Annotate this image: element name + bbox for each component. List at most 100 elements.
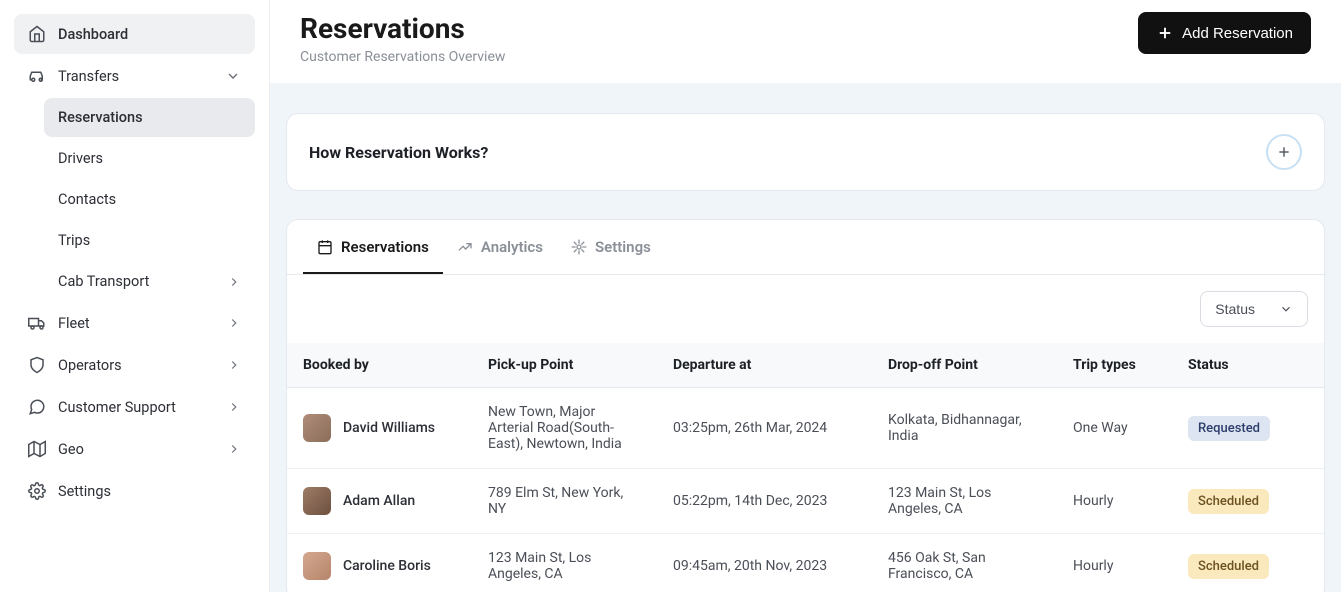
page-title: Reservations (300, 12, 505, 45)
shield-icon (28, 356, 46, 374)
booker-name: David Williams (343, 420, 435, 436)
sidebar-item-label: Settings (58, 483, 111, 500)
filter-row: Status (287, 275, 1324, 343)
sidebar-item-label: Contacts (58, 191, 116, 208)
chevron-right-icon (227, 400, 241, 414)
sidebar-item-label: Geo (58, 441, 84, 458)
booker-cell: Adam Allan (303, 487, 456, 515)
table-row[interactable]: David Williams New Town, Major Arterial … (287, 388, 1324, 469)
gear-icon (571, 239, 587, 255)
table-row[interactable]: Adam Allan 789 Elm St, New York, NY 05:2… (287, 469, 1324, 534)
sidebar-item-trips[interactable]: Trips (44, 221, 255, 260)
status-filter-dropdown[interactable]: Status (1200, 291, 1308, 327)
home-icon (28, 25, 46, 43)
avatar (303, 552, 331, 580)
page-header: Reservations Customer Reservations Overv… (270, 0, 1341, 83)
chevron-down-icon (225, 68, 241, 84)
info-card: How Reservation Works? (286, 113, 1325, 191)
tabs: Reservations Analytics Settings (287, 220, 1324, 275)
chevron-down-icon (1279, 302, 1293, 316)
plus-icon (1156, 24, 1174, 42)
sidebar: Dashboard Transfers Reservations Drivers… (0, 0, 270, 592)
truck-icon (28, 314, 46, 332)
calendar-icon (317, 239, 333, 255)
sidebar-item-reservations[interactable]: Reservations (44, 98, 255, 137)
pickup-cell: 789 Elm St, New York, NY (472, 469, 657, 534)
tab-label: Analytics (481, 238, 543, 256)
sidebar-item-label: Fleet (58, 315, 90, 332)
status-badge: Requested (1188, 416, 1270, 441)
trip-type-cell: Hourly (1057, 534, 1172, 592)
sidebar-item-customer-support[interactable]: Customer Support (14, 387, 255, 427)
sidebar-item-fleet[interactable]: Fleet (14, 303, 255, 343)
chevron-right-icon (227, 442, 241, 456)
plus-icon (1276, 144, 1292, 160)
col-status: Status (1172, 343, 1324, 388)
sidebar-item-label: Trips (58, 232, 90, 249)
trip-type-cell: One Way (1057, 388, 1172, 469)
expand-info-button[interactable] (1266, 134, 1302, 170)
trip-type-cell: Hourly (1057, 469, 1172, 534)
reservations-table: Booked by Pick-up Point Departure at Dro… (287, 343, 1324, 592)
sidebar-item-dashboard[interactable]: Dashboard (14, 14, 255, 54)
chevron-right-icon (227, 358, 241, 372)
filter-label: Status (1215, 301, 1255, 317)
main-content: Reservations Customer Reservations Overv… (270, 0, 1341, 592)
reservations-panel: Reservations Analytics Settings Status (286, 219, 1325, 592)
sidebar-item-geo[interactable]: Geo (14, 429, 255, 469)
col-departure: Departure at (657, 343, 872, 388)
pickup-cell: New Town, Major Arterial Road(South-East… (472, 388, 657, 469)
col-trip-types: Trip types (1057, 343, 1172, 388)
table-row[interactable]: Caroline Boris 123 Main St, Los Angeles,… (287, 534, 1324, 592)
dropoff-cell: 456 Oak St, San Francisco, CA (872, 534, 1057, 592)
booker-cell: David Williams (303, 414, 456, 442)
gear-icon (28, 482, 46, 500)
sidebar-item-cab-transport[interactable]: Cab Transport (44, 262, 255, 301)
page-subtitle: Customer Reservations Overview (300, 49, 505, 65)
sidebar-transfers-sub: Reservations Drivers Contacts Trips Cab … (14, 98, 255, 301)
button-label: Add Reservation (1182, 25, 1293, 42)
col-pickup: Pick-up Point (472, 343, 657, 388)
departure-cell: 05:22pm, 14th Dec, 2023 (657, 469, 872, 534)
dropoff-cell: 123 Main St, Los Angeles, CA (872, 469, 1057, 534)
sidebar-item-drivers[interactable]: Drivers (44, 139, 255, 178)
car-icon (28, 67, 46, 85)
dropoff-cell: Kolkata, Bidhannagar, India (872, 388, 1057, 469)
sidebar-item-label: Drivers (58, 150, 103, 167)
sidebar-item-label: Reservations (58, 109, 143, 126)
tab-label: Settings (595, 238, 651, 256)
sidebar-item-settings[interactable]: Settings (14, 471, 255, 511)
sidebar-item-label: Cab Transport (58, 273, 149, 290)
sidebar-item-label: Operators (58, 357, 122, 374)
tab-reservations[interactable]: Reservations (303, 220, 443, 274)
booker-name: Adam Allan (343, 493, 415, 509)
chevron-right-icon (227, 316, 241, 330)
sidebar-item-label: Customer Support (58, 399, 176, 416)
sidebar-item-label: Dashboard (58, 26, 128, 43)
sidebar-item-transfers[interactable]: Transfers (14, 56, 255, 96)
departure-cell: 03:25pm, 26th Mar, 2024 (657, 388, 872, 469)
status-badge: Scheduled (1188, 554, 1269, 579)
tab-label: Reservations (341, 238, 429, 256)
avatar (303, 414, 331, 442)
sidebar-item-operators[interactable]: Operators (14, 345, 255, 385)
info-card-title: How Reservation Works? (309, 143, 488, 162)
sidebar-item-contacts[interactable]: Contacts (44, 180, 255, 219)
booker-cell: Caroline Boris (303, 552, 456, 580)
status-badge: Scheduled (1188, 489, 1269, 514)
map-icon (28, 440, 46, 458)
chart-icon (457, 239, 473, 255)
tab-settings[interactable]: Settings (557, 220, 665, 274)
chat-icon (28, 398, 46, 416)
col-dropoff: Drop-off Point (872, 343, 1057, 388)
booker-name: Caroline Boris (343, 558, 431, 574)
departure-cell: 09:45am, 20th Nov, 2023 (657, 534, 872, 592)
chevron-right-icon (227, 275, 241, 289)
col-booked-by: Booked by (287, 343, 472, 388)
sidebar-item-label: Transfers (58, 68, 119, 85)
tab-analytics[interactable]: Analytics (443, 220, 557, 274)
pickup-cell: 123 Main St, Los Angeles, CA (472, 534, 657, 592)
add-reservation-button[interactable]: Add Reservation (1138, 12, 1311, 54)
content-area: How Reservation Works? Reservations Anal… (270, 83, 1341, 592)
avatar (303, 487, 331, 515)
